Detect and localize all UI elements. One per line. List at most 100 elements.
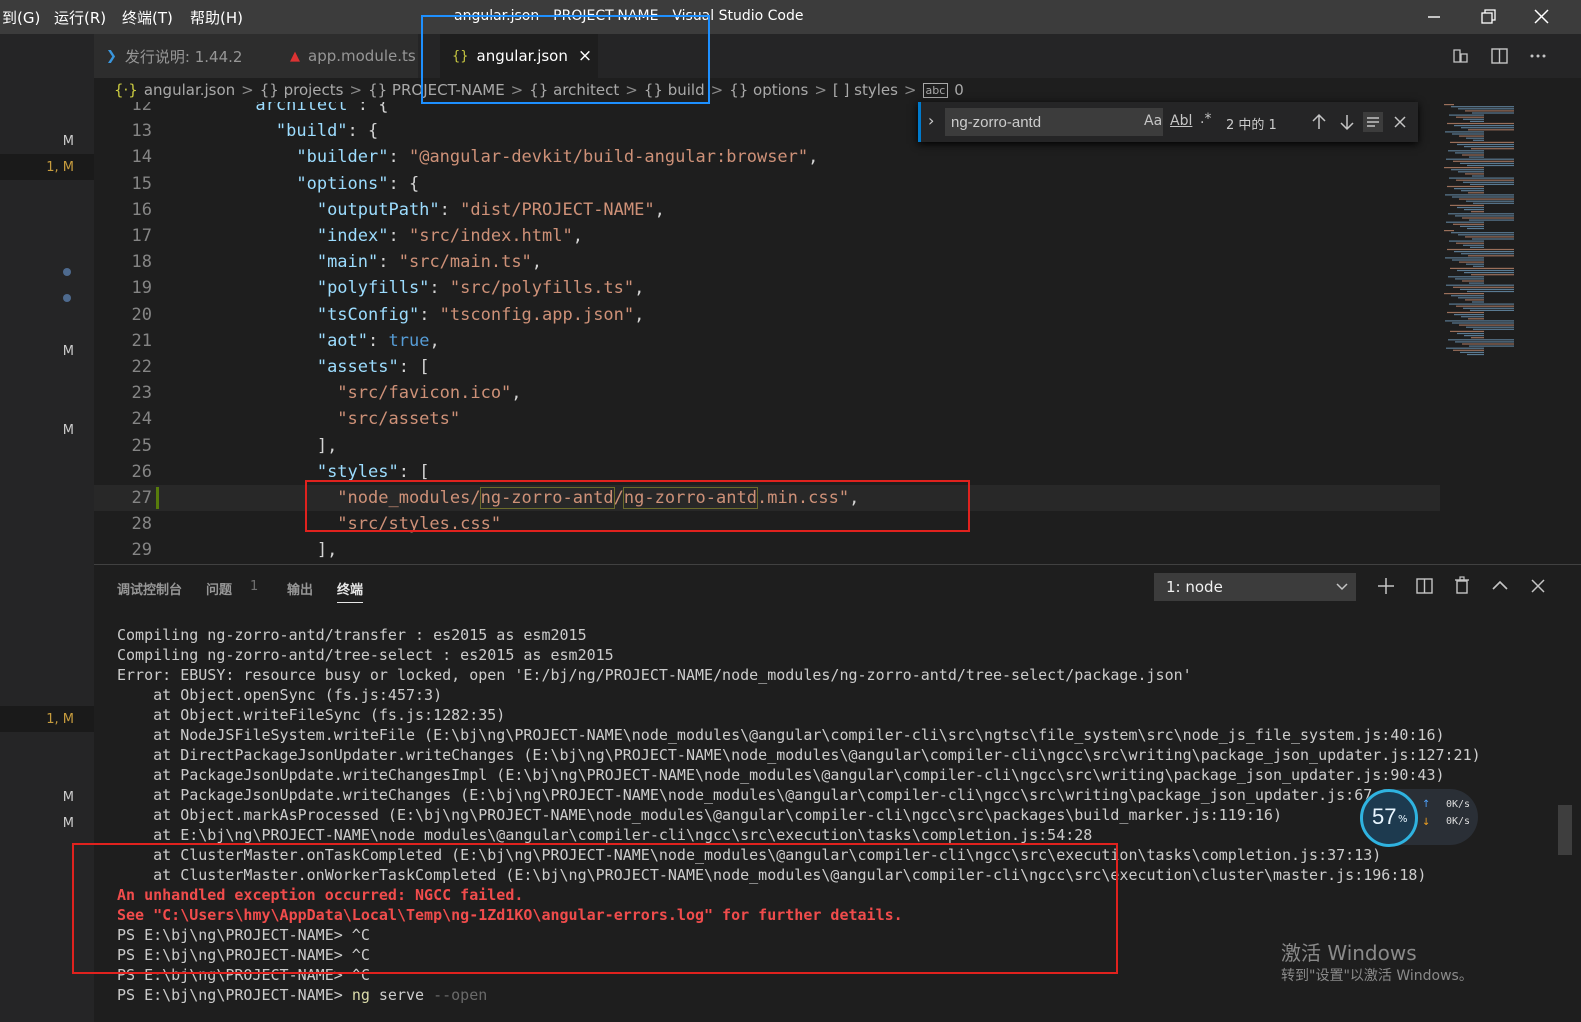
minimap-line	[1472, 238, 1514, 240]
code-editor[interactable]: 12 architect : {13 "build": {14 "builder…	[94, 102, 1440, 564]
line-number: 17	[131, 226, 152, 246]
token: true	[388, 330, 430, 351]
code-line[interactable]: 17 "index": "src/index.html",	[94, 223, 1440, 249]
close-icon	[1534, 9, 1549, 24]
chevron-up-icon[interactable]	[1490, 576, 1510, 596]
find-input[interactable]: ng-zorro-antd	[945, 108, 1163, 136]
toggle-replace-chevron-icon[interactable]: ›	[928, 111, 934, 130]
breadcrumb-projects[interactable]: {} projects	[260, 81, 344, 99]
terminal-line: at DirectPackageJsonUpdater.writeChanges…	[117, 746, 1481, 764]
find-in-selection-icon[interactable]	[1362, 111, 1384, 133]
arrow-down-icon[interactable]	[1338, 112, 1356, 132]
tab-output[interactable]: 输出	[287, 579, 313, 598]
tab-release-notes[interactable]: ❯ 发行说明: 1.44.2	[94, 34, 278, 78]
minimap-line	[1453, 160, 1514, 162]
token: "build"	[275, 121, 348, 142]
code-line[interactable]: 21 "aot": true,	[94, 328, 1440, 354]
code-line[interactable]: 29 ],	[94, 537, 1440, 563]
breadcrumb: {·} angular.json > {} projects > {} PROJ…	[94, 78, 1581, 102]
close-window-button[interactable]	[1522, 4, 1562, 30]
close-panel-icon[interactable]	[1528, 576, 1548, 596]
token: "assets"	[316, 357, 399, 377]
code-line[interactable]: 23 "src/favicon.ico",	[94, 380, 1440, 406]
open-changes-icon[interactable]	[1450, 46, 1470, 66]
terminal-select-value: 1: node	[1166, 578, 1223, 596]
token: : [	[398, 357, 430, 377]
terminal-line: Compiling ng-zorro-antd/transfer : es201…	[117, 626, 587, 644]
more-actions-icon[interactable]	[1528, 46, 1548, 66]
minimap-line	[1447, 122, 1514, 125]
breadcrumb-file[interactable]: angular.json	[144, 81, 235, 99]
code-text: "src/styles.css"	[194, 511, 501, 537]
restore-button[interactable]	[1468, 4, 1508, 30]
line-number: 13	[131, 121, 152, 142]
code-line[interactable]: 26 "styles": [	[94, 459, 1440, 485]
minimap-line	[1447, 311, 1484, 314]
breadcrumb-architect[interactable]: {} architect	[529, 81, 619, 99]
terminal-scrollbar-thumb[interactable]	[1558, 805, 1572, 855]
match-case-toggle[interactable]: Aa	[1144, 113, 1162, 129]
minimap-line	[1447, 248, 1514, 251]
code-line[interactable]: 27 "node_modules/ng-zorro-antd/ng-zorro-…	[94, 485, 1440, 511]
minimap-line	[1457, 332, 1484, 335]
terminal-line: at ClusterMaster.onTaskCompleted (E:\bj\…	[117, 846, 1382, 864]
tab-debug-console[interactable]: 调试控制台	[117, 579, 182, 598]
terminal-command: ng	[351, 986, 370, 1004]
problems-count-badge: 1	[250, 579, 259, 594]
code-line[interactable]: 24 "src/assets"	[94, 406, 1440, 432]
code-line[interactable]: 15 "options": {	[94, 171, 1440, 197]
code-line[interactable]: 19 "polyfills": "src/polyfills.ts",	[94, 275, 1440, 301]
tab-app-module[interactable]: ▲ app.module.ts	[278, 34, 418, 78]
arrow-up-icon[interactable]	[1310, 112, 1328, 132]
menu-help[interactable]: 帮助(H)	[190, 7, 243, 28]
breadcrumb-build[interactable]: {} build	[644, 81, 705, 99]
minimap-line	[1471, 148, 1514, 150]
split-editor-icon[interactable]	[1490, 46, 1510, 66]
terminal-select[interactable]: 1: node	[1154, 573, 1356, 601]
net-speed-widget[interactable]: 57 % ↑ ↓ 0K/s 0K/s	[1360, 789, 1478, 847]
whole-word-toggle[interactable]: Abl	[1170, 113, 1192, 129]
code-line[interactable]: 22 "assets": [	[94, 354, 1440, 380]
trash-icon[interactable]	[1452, 575, 1472, 595]
split-terminal-icon[interactable]	[1415, 576, 1435, 596]
breadcrumb-project-name[interactable]: {} PROJECT-NAME	[368, 81, 505, 99]
tab-angular-json[interactable]: {} angular.json ×	[440, 34, 598, 78]
code-text: "node_modules/ng-zorro-antd/ng-zorro-ant…	[194, 485, 859, 511]
new-terminal-plus-icon[interactable]	[1376, 576, 1396, 596]
regex-toggle[interactable]: .*	[1200, 111, 1211, 127]
line-number: 25	[131, 435, 152, 456]
minimap-line	[1462, 217, 1514, 219]
code-text: "polyfills": "src/polyfills.ts",	[194, 275, 645, 301]
code-line[interactable]: 25 ],	[94, 433, 1440, 459]
minimap-line	[1446, 284, 1514, 286]
code-line[interactable]: 14 "builder": "@angular-devkit/build-ang…	[94, 144, 1440, 170]
minimize-icon	[1428, 16, 1440, 18]
close-icon[interactable]	[1392, 114, 1408, 130]
menu-run[interactable]: 运行(R)	[54, 7, 106, 28]
code-line[interactable]: 20 "tsConfig": "tsconfig.app.json",	[94, 302, 1440, 328]
minimize-button[interactable]	[1414, 4, 1454, 30]
menu-goto[interactable]: 到(G)	[2, 7, 40, 28]
match-count: 2 中的 1	[1226, 118, 1277, 133]
activation-watermark-title: 激活 Windows	[1281, 941, 1417, 965]
tab-problems[interactable]: 问题	[206, 579, 232, 598]
code-line[interactable]: 18 "main": "src/main.ts",	[94, 249, 1440, 275]
breadcrumb-styles[interactable]: [ ] styles	[833, 81, 898, 99]
token: : [	[398, 461, 430, 482]
minimap[interactable]	[1440, 102, 1581, 564]
minimap-line	[1457, 206, 1484, 209]
code-line[interactable]: 16 "outputPath": "dist/PROJECT-NAME",	[94, 197, 1440, 223]
minimap-line	[1468, 129, 1514, 131]
code-line[interactable]: 28 "src/styles.css"	[94, 511, 1440, 537]
tab-terminal[interactable]: 终端	[337, 579, 364, 603]
tab-close-icon[interactable]: ×	[578, 46, 592, 66]
breadcrumb-index[interactable]: 0	[954, 81, 964, 99]
token: ],	[316, 540, 338, 561]
menu-terminal[interactable]: 终端(T)	[122, 7, 173, 28]
minimap-line	[1452, 196, 1514, 198]
minimap-line	[1465, 173, 1484, 175]
minimap-line	[1446, 347, 1484, 349]
breadcrumb-options[interactable]: {} options	[729, 81, 808, 99]
